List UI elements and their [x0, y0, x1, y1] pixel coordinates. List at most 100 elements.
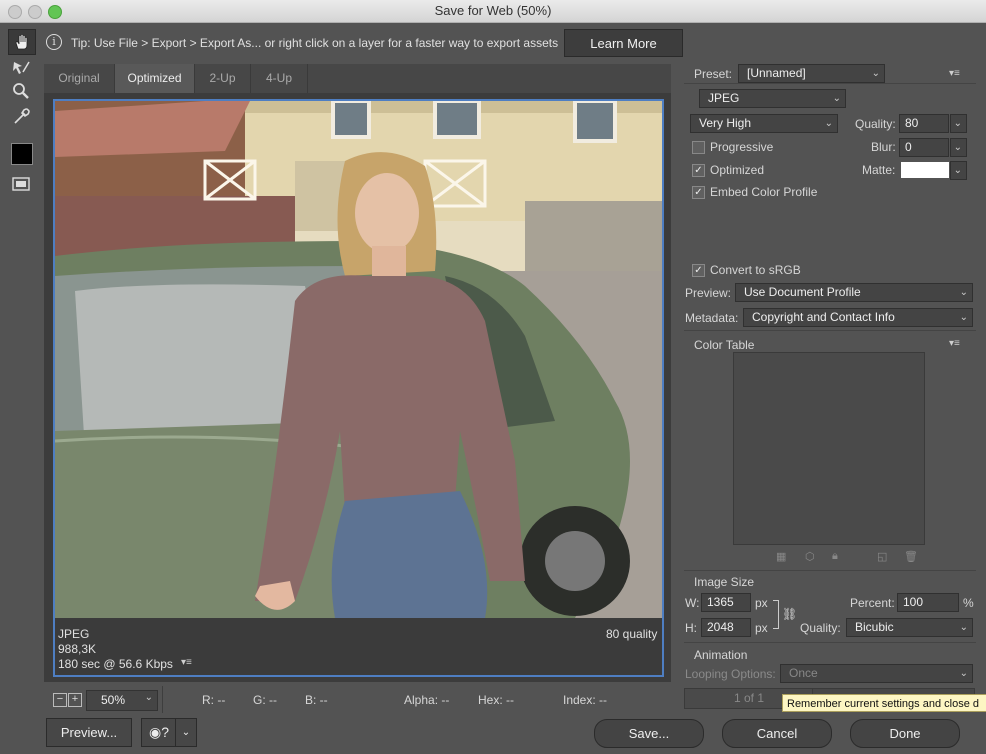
embed-profile-label: Embed Color Profile — [710, 185, 818, 199]
save-button[interactable]: Save... — [594, 719, 704, 748]
looping-options-label: Looping Options: — [685, 667, 776, 681]
zoom-in-button[interactable]: + — [68, 693, 82, 707]
preview-download-time: 180 sec @ 56.6 Kbps — [58, 657, 173, 671]
preview-profile-label: Preview: — [685, 286, 732, 300]
quality-input[interactable]: 80 — [899, 114, 949, 133]
chevron-down-icon: ⌄ — [959, 668, 968, 679]
convert-srgb-label: Convert to sRGB — [710, 263, 801, 277]
chevron-down-icon: ⌄ — [871, 68, 880, 79]
chevron-down-icon: ⌄ — [832, 93, 841, 104]
done-button[interactable]: Done — [850, 719, 960, 748]
optimize-menu-icon[interactable]: ▾≡ — [949, 68, 960, 79]
browser-menu-button[interactable]: ⌄ — [175, 718, 197, 747]
compression-quality-select[interactable]: Very High ⌄ — [690, 114, 838, 133]
tab-optimized[interactable]: Optimized — [115, 64, 195, 93]
width-input[interactable]: 1365 — [701, 593, 751, 612]
learn-more-button[interactable]: Learn More — [564, 29, 683, 57]
zoom-icon[interactable] — [8, 79, 34, 103]
browser-icon: ◉? — [148, 724, 169, 740]
resample-quality-label: Quality: — [800, 621, 841, 635]
image-size-heading: Image Size — [694, 575, 755, 589]
chevron-down-icon: ⌄ — [181, 727, 191, 738]
blur-slider-button[interactable]: ⌄ — [950, 138, 967, 157]
chevron-down-icon: ⌄ — [824, 118, 833, 129]
preview-in-browser-button[interactable]: Preview... — [46, 718, 132, 747]
looping-options-value: Once — [789, 666, 818, 680]
height-unit: px — [755, 621, 768, 635]
chevron-down-icon: ⌄ — [144, 692, 153, 703]
preview-quality: 80 quality — [606, 627, 658, 641]
preview-image[interactable] — [55, 101, 662, 618]
optimized-checkbox[interactable]: ✓ — [692, 164, 705, 177]
eyedropper-color-swatch[interactable] — [11, 143, 33, 165]
preset-label: Preset: — [694, 67, 733, 81]
quality-label: Quality: — [855, 117, 896, 131]
tab-4-up[interactable]: 4-Up — [251, 64, 308, 93]
chevron-down-icon: ⌄ — [953, 142, 962, 153]
quality-slider-button[interactable]: ⌄ — [950, 114, 967, 133]
hand-icon[interactable] — [8, 29, 36, 55]
file-format-select[interactable]: JPEG ⌄ — [699, 89, 846, 108]
metadata-select[interactable]: Copyright and Contact Info ⌄ — [743, 308, 973, 327]
color-table-grid[interactable] — [733, 352, 925, 545]
map-transparent-icon[interactable]: ▦ — [776, 550, 786, 563]
web-snap-icon[interactable]: ⬡ — [805, 550, 815, 563]
looping-options-select[interactable]: Once ⌄ — [780, 664, 973, 683]
zoom-level-select[interactable]: 50% ⌄ — [86, 690, 158, 711]
chevron-down-icon: ⌄ — [953, 165, 962, 176]
toggle-slices-icon[interactable] — [8, 172, 34, 196]
matte-label: Matte: — [862, 163, 896, 177]
tab-original[interactable]: Original — [44, 64, 115, 93]
tooltip: Remember current settings and close d — [782, 694, 986, 712]
metadata-value: Copyright and Contact Info — [752, 310, 895, 324]
eyedropper-icon[interactable] — [8, 105, 34, 129]
window-title: Save for Web (50%) — [434, 3, 552, 18]
animation-heading: Animation — [694, 648, 748, 662]
browser-select-button[interactable]: ◉? — [141, 718, 177, 747]
embed-profile-checkbox[interactable]: ✓ — [692, 186, 705, 199]
height-input[interactable]: 2048 — [701, 618, 751, 637]
matte-menu-button[interactable]: ⌄ — [950, 161, 967, 180]
percent-label: Percent: — [850, 596, 895, 610]
trash-icon[interactable]: 🗑︎ — [904, 550, 918, 563]
chevron-down-icon: ⌄ — [959, 622, 968, 633]
progressive-label: Progressive — [710, 140, 774, 154]
cancel-button[interactable]: Cancel — [722, 719, 832, 748]
zoom-level-value: 50% — [101, 693, 126, 707]
tip-text: Tip: Use File > Export > Export As... or… — [71, 36, 559, 50]
preset-value: [Unnamed] — [747, 66, 806, 80]
lock-icon[interactable]: 🔒︎ — [832, 550, 838, 563]
width-label: W: — [685, 596, 700, 610]
preview-profile-value: Use Document Profile — [744, 285, 861, 299]
info-icon: i — [46, 34, 62, 50]
progressive-checkbox[interactable] — [692, 141, 705, 154]
chevron-down-icon: ⌄ — [959, 312, 968, 323]
alpha-readout: Alpha: -- — [404, 693, 450, 707]
green-readout: G: -- — [253, 693, 277, 707]
red-readout: R: -- — [202, 693, 226, 707]
height-label: H: — [685, 621, 697, 635]
zoom-out-button[interactable]: − — [53, 693, 67, 707]
new-color-icon[interactable]: ◱ — [877, 550, 887, 563]
matte-color-swatch[interactable] — [901, 162, 949, 178]
preset-select[interactable]: [Unnamed] ⌄ — [738, 64, 885, 83]
width-unit: px — [755, 596, 768, 610]
percent-unit: % — [963, 596, 974, 610]
convert-srgb-checkbox[interactable]: ✓ — [692, 264, 705, 277]
color-table-menu-icon[interactable]: ▾≡ — [949, 338, 960, 349]
download-speed-menu-icon[interactable]: ▾≡ — [181, 657, 192, 668]
preview-profile-select[interactable]: Use Document Profile ⌄ — [735, 283, 973, 302]
preview-format: JPEG — [58, 627, 90, 641]
optimized-label: Optimized — [710, 163, 765, 177]
blur-input[interactable]: 0 — [899, 138, 949, 157]
slice-select-icon[interactable] — [8, 56, 34, 80]
resample-quality-value: Bicubic — [855, 620, 894, 634]
blur-label: Blur: — [871, 140, 896, 154]
file-format-value: JPEG — [708, 91, 740, 105]
index-readout: Index: -- — [563, 693, 608, 707]
percent-input[interactable]: 100 — [897, 593, 959, 612]
link-constrain-icon[interactable]: ⛓︎ — [782, 607, 797, 621]
tab-2-up[interactable]: 2-Up — [195, 64, 251, 93]
compression-quality-value: Very High — [699, 116, 752, 130]
resample-quality-select[interactable]: Bicubic ⌄ — [846, 618, 973, 637]
